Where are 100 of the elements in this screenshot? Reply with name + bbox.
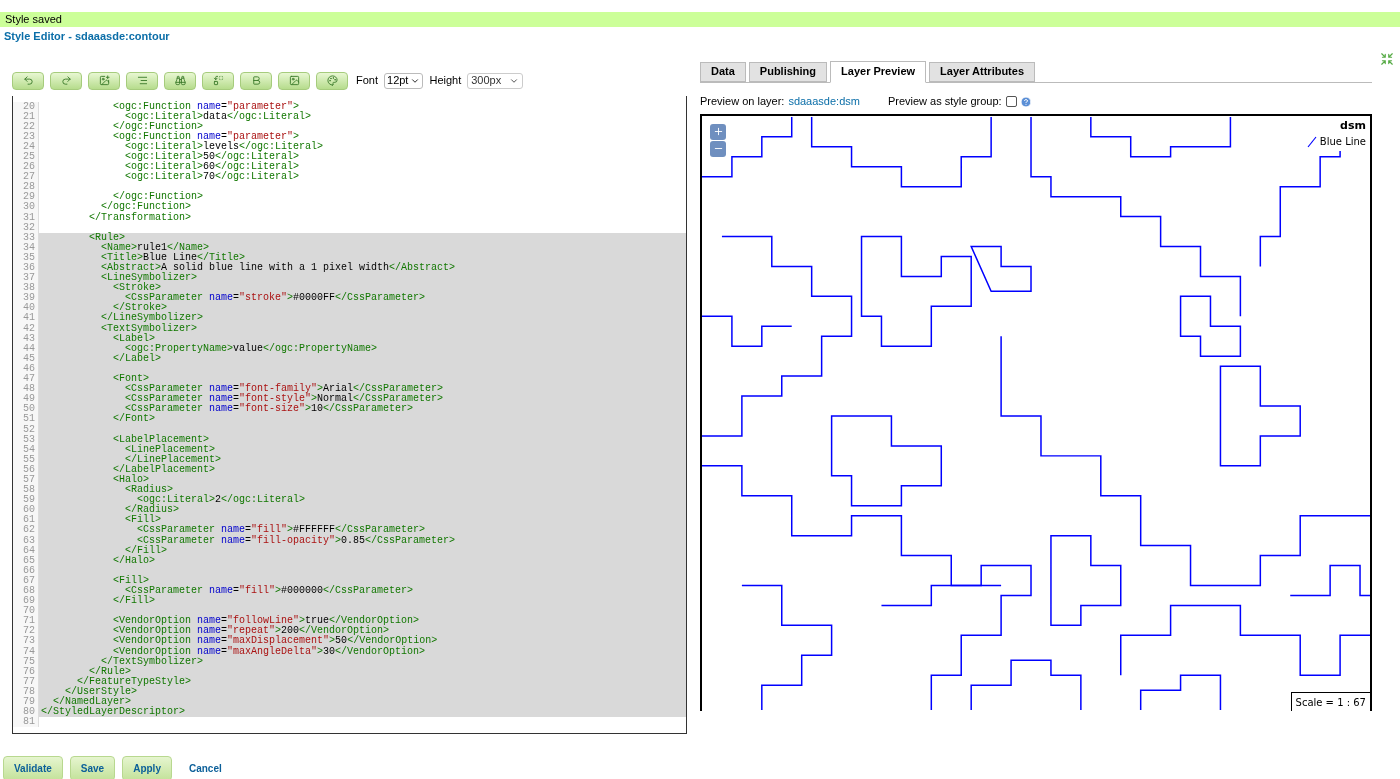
code-line: <LinePlacement>: [124, 443, 216, 455]
line-number: 41: [13, 313, 39, 324]
action-button[interactable]: Save: [69, 755, 116, 779]
scale-label: Scale = 1 : 67: [1290, 691, 1370, 711]
line-number: 21: [13, 111, 39, 122]
code-line: <Radius>: [124, 484, 174, 496]
preview-layer-label: Preview on layer:: [700, 94, 785, 110]
code-line: </Fill>: [112, 595, 156, 607]
code-line: </Fill>: [125, 544, 168, 556]
font-label: Font: [356, 73, 378, 89]
code-line: <LabelPlacement>: [112, 433, 210, 445]
line-number: 75: [13, 656, 39, 667]
plus-icon: [712, 126, 724, 137]
code-line: <Rule>: [88, 231, 125, 243]
code-line: </LinePlacement>: [125, 453, 222, 465]
code-editor[interactable]: [12, 95, 687, 734]
line-number: 22: [13, 121, 39, 132]
line-number: 45: [13, 353, 39, 364]
code-line: <ogc:Literal>levels</ogc:Literal>: [125, 140, 324, 152]
code-line: </FeatureTypeStyle>: [76, 675, 192, 687]
tab[interactable]: Publishing: [748, 61, 828, 82]
zoom-in-button[interactable]: [710, 123, 726, 140]
line-number: 34: [13, 242, 39, 253]
tab[interactable]: Layer Attributes: [929, 61, 1036, 82]
line-number: 30: [13, 202, 39, 213]
line-number: 31: [13, 212, 39, 223]
action-button[interactable]: Validate: [3, 755, 63, 779]
align-right-icon[interactable]: [126, 71, 158, 90]
page-title: Style Editor - sdaaasde:contour: [3, 29, 171, 44]
code-line: <Fill>: [112, 574, 150, 586]
code-line: <ogc:Literal>70</ogc:Literal>: [124, 171, 300, 183]
code-line: <Title>Blue Line</Title>: [100, 251, 246, 263]
code-line: <ogc:Literal>50</ogc:Literal>: [124, 150, 300, 162]
code-line: <Stroke>: [113, 282, 162, 294]
code-line: </LineSymbolizer>: [100, 312, 204, 324]
code-line: <VendorOption name="maxDisplacement">50</VendorOption>: [113, 635, 438, 647]
palette-icon[interactable]: [316, 71, 348, 90]
bold-icon[interactable]: [240, 71, 272, 90]
code-line: </Halo>: [112, 554, 156, 566]
replace-icon[interactable]: [202, 71, 234, 90]
line-number: 56: [13, 464, 39, 475]
code-line: <ogc:Literal>2</ogc:Literal>: [136, 494, 306, 506]
undo-icon[interactable]: [12, 71, 44, 90]
line-number: 81: [13, 717, 39, 728]
image-icon[interactable]: [278, 71, 310, 90]
code-line: </StyledLayerDescriptor>: [41, 706, 186, 718]
line-number: 54: [13, 444, 39, 455]
code-line: <Name>rule1</Name>: [100, 241, 210, 253]
line-number: 73: [13, 636, 39, 647]
map-preview[interactable]: dsm Blue Line Scale = 1 : 67: [700, 113, 1372, 711]
line-number: 52: [13, 424, 39, 435]
line-number: 76: [13, 666, 39, 677]
line-number: 66: [13, 565, 39, 576]
layer-link[interactable]: sdaaasde:dsm: [788, 93, 860, 110]
line-number: 51: [13, 414, 39, 425]
code-line: </TextSymbolizer>: [100, 655, 204, 667]
binoculars-icon[interactable]: [164, 71, 196, 90]
code-line: </ogc:Function>: [112, 120, 204, 132]
code-line: </UserStyle>: [64, 685, 137, 697]
cancel-link[interactable]: Cancel: [188, 760, 222, 776]
style-group-label: Preview as style group:: [887, 94, 1002, 110]
line-number: 65: [13, 555, 39, 566]
height-select[interactable]: 300px: [467, 72, 524, 89]
line-number: 24: [13, 141, 39, 152]
code-line: <TextSymbolizer>: [100, 322, 198, 334]
code-line: <Fill>: [124, 514, 162, 526]
line-number: 62: [13, 525, 39, 536]
line-number: 23: [13, 131, 39, 142]
code-line: </ogc:Function>: [100, 201, 192, 213]
style-group-checkbox[interactable]: [1005, 96, 1017, 107]
line-number: 44: [13, 343, 39, 354]
line-number: 74: [13, 646, 39, 657]
status-message: Style saved: [0, 12, 1400, 27]
legend-label: Blue Line: [1319, 135, 1366, 149]
line-number: 77: [13, 676, 39, 687]
code-line: </Label>: [112, 352, 162, 364]
code-line: <Font>: [112, 373, 150, 385]
code-line: <CssParameter name="fill-opacity">0.85</CssParameter>: [137, 534, 456, 546]
code-line: <CssParameter name="font-size">10</CssParameter>: [125, 403, 414, 415]
tab[interactable]: Data: [700, 61, 746, 82]
image-plus-icon[interactable]: [88, 71, 120, 90]
help-icon[interactable]: [1019, 95, 1032, 108]
line-number: 64: [13, 545, 39, 556]
line-number: 20: [13, 101, 39, 112]
action-button[interactable]: Apply: [122, 755, 172, 779]
code-line: </LabelPlacement>: [112, 463, 216, 475]
legend-title: dsm: [1340, 117, 1366, 134]
zoom-out-button[interactable]: [710, 140, 726, 157]
collapse-icon[interactable]: [1380, 52, 1394, 66]
font-select[interactable]: 12pt: [384, 72, 424, 89]
line-symbol-icon: [1306, 135, 1317, 148]
line-number: 42: [13, 323, 39, 334]
code-line: <ogc:Function name="parameter">: [112, 130, 300, 142]
code-line: <VendorOption name="maxAngleDelta">30</VendorOption>: [112, 645, 426, 657]
redo-icon[interactable]: [50, 71, 82, 90]
code-line: </Font>: [112, 413, 156, 425]
code-line: <Abstract>A solid blue line with a 1 pixel width</Abstract>: [100, 262, 456, 273]
code-line: <ogc:Function name="parameter">: [112, 100, 300, 112]
tab[interactable]: Layer Preview: [830, 60, 927, 83]
line-number: 55: [13, 454, 39, 465]
